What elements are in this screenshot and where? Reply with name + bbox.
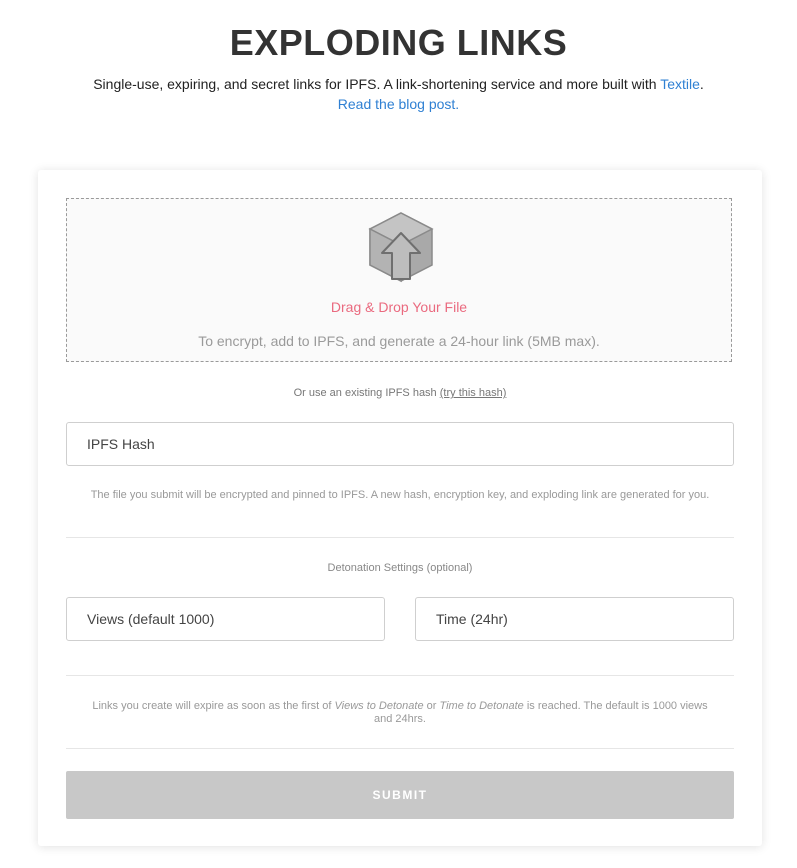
existing-hash-text: Or use an existing IPFS hash: [293, 387, 440, 399]
note-time: Time to Detonate: [439, 700, 524, 712]
blog-post-link[interactable]: Read the blog post.: [338, 96, 459, 112]
textile-link[interactable]: Textile: [660, 76, 700, 92]
time-input[interactable]: [415, 597, 734, 641]
note-start: Links you create will expire as soon as …: [92, 700, 335, 712]
dropzone-subtitle: To encrypt, add to IPFS, and generate a …: [198, 333, 600, 349]
submit-button[interactable]: SUBMIT: [66, 771, 734, 819]
divider: [66, 675, 734, 676]
upload-box-icon: [368, 212, 434, 283]
blog-line: Read the blog post.: [0, 95, 797, 113]
hash-note: The file you submit will be encrypted an…: [90, 489, 710, 501]
file-dropzone[interactable]: Drag & Drop Your File To encrypt, add to…: [66, 198, 732, 362]
existing-hash-line: Or use an existing IPFS hash (try this h…: [38, 387, 762, 399]
ipfs-hash-input[interactable]: [66, 422, 734, 466]
note-views: Views to Detonate: [334, 700, 424, 712]
views-input[interactable]: [66, 597, 385, 641]
page-title: EXPLODING LINKS: [229, 22, 568, 63]
subtitle-text: Single-use, expiring, and secret links f…: [93, 76, 661, 92]
dropzone-title: Drag & Drop Your File: [330, 299, 468, 315]
divider: [66, 748, 734, 749]
divider: [66, 537, 734, 538]
subtitle-period: .: [699, 76, 704, 92]
detonation-note: Links you create will expire as soon as …: [88, 700, 712, 726]
detonation-heading: Detonation Settings (optional): [327, 562, 473, 574]
page-subtitle: Single-use, expiring, and secret links f…: [0, 73, 797, 95]
note-or: or: [423, 700, 440, 712]
form-card: Drag & Drop Your File To encrypt, add to…: [38, 170, 762, 846]
try-hash-link[interactable]: (try this hash): [440, 387, 507, 399]
